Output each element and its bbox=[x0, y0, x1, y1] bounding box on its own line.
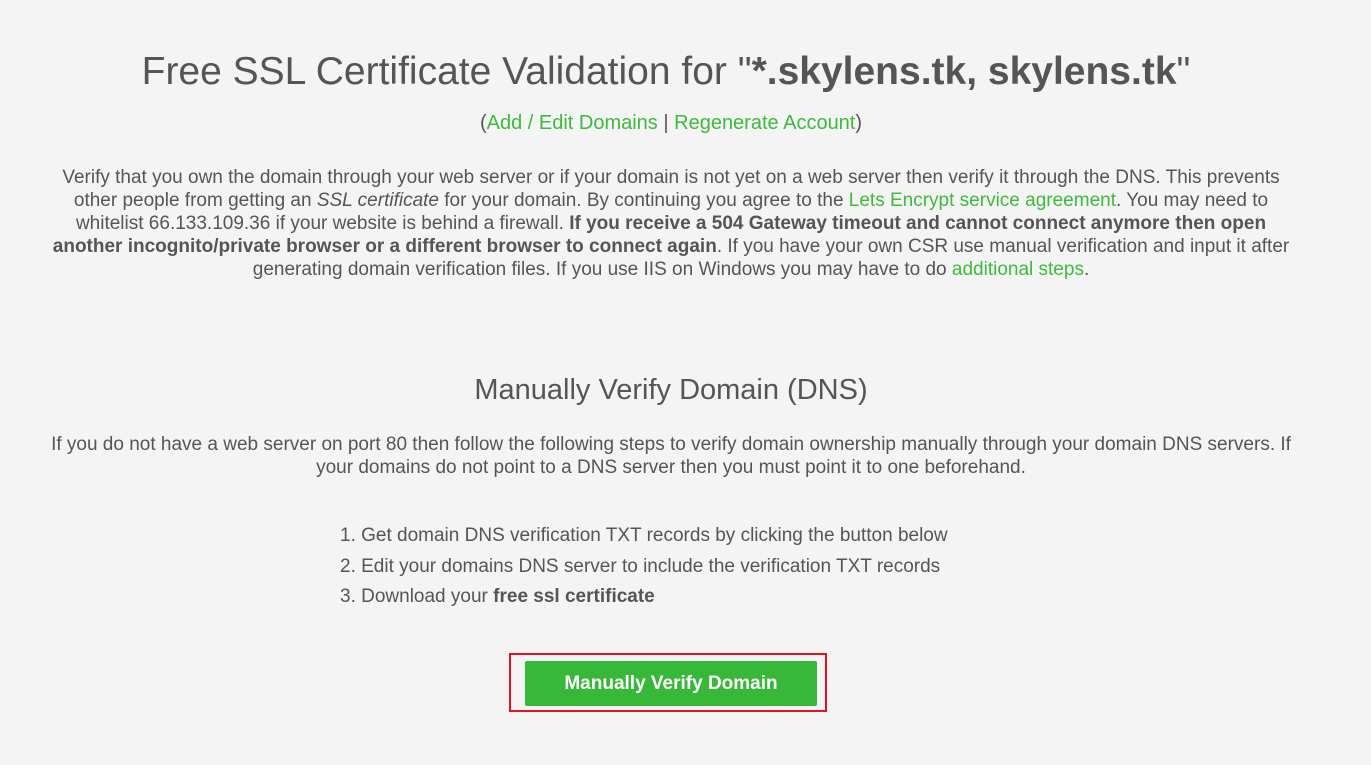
dns-steps-list: 1. Get domain DNS verification TXT recor… bbox=[340, 525, 1040, 617]
service-agreement-link[interactable]: Lets Encrypt service agreement bbox=[849, 190, 1116, 211]
dns-section-heading: Manually Verify Domain (DNS) bbox=[474, 374, 868, 406]
open-paren: ( bbox=[479, 112, 487, 134]
regenerate-account-link[interactable]: Regenerate Account bbox=[674, 112, 855, 134]
intro-text-5: . bbox=[1083, 259, 1090, 280]
page-title-domains: *.skylens.tk, skylens.tk bbox=[751, 50, 1177, 93]
step-item-3: 3. Download your free ssl certificate bbox=[340, 586, 1040, 617]
dns-description: If you do not have a web server on port … bbox=[51, 434, 1291, 478]
step-item-1: 1. Get domain DNS verification TXT recor… bbox=[340, 525, 948, 546]
additional-steps-link[interactable]: additional steps bbox=[952, 259, 1084, 280]
manually-verify-domain-button[interactable]: Manually Verify Domain bbox=[525, 661, 817, 706]
step-3-prefix: 3. Download your bbox=[340, 586, 494, 607]
close-paren: ) bbox=[855, 112, 863, 134]
ssl-certificate-term: SSL certificate bbox=[316, 190, 439, 211]
page-title-suffix: " bbox=[1176, 50, 1191, 93]
page-title: Free SSL Certificate Validation for "*.s… bbox=[0, 50, 1332, 94]
page-title-prefix: Free SSL Certificate Validation for " bbox=[141, 50, 752, 93]
page: Free SSL Certificate Validation for "*.s… bbox=[0, 0, 1371, 765]
add-edit-domains-link[interactable]: Add / Edit Domains bbox=[487, 112, 658, 134]
step-item-2: 2. Edit your domains DNS server to inclu… bbox=[340, 555, 941, 577]
intro-text-2: for your domain. By continuing you agree… bbox=[438, 190, 849, 211]
intro-paragraph: Verify that you own the domain through y… bbox=[47, 166, 1295, 281]
link-separator: | bbox=[657, 112, 675, 134]
domain-links: (Add / Edit Domains | Regenerate Account… bbox=[0, 112, 1342, 134]
free-ssl-certificate-term: free ssl certificate bbox=[493, 586, 655, 607]
